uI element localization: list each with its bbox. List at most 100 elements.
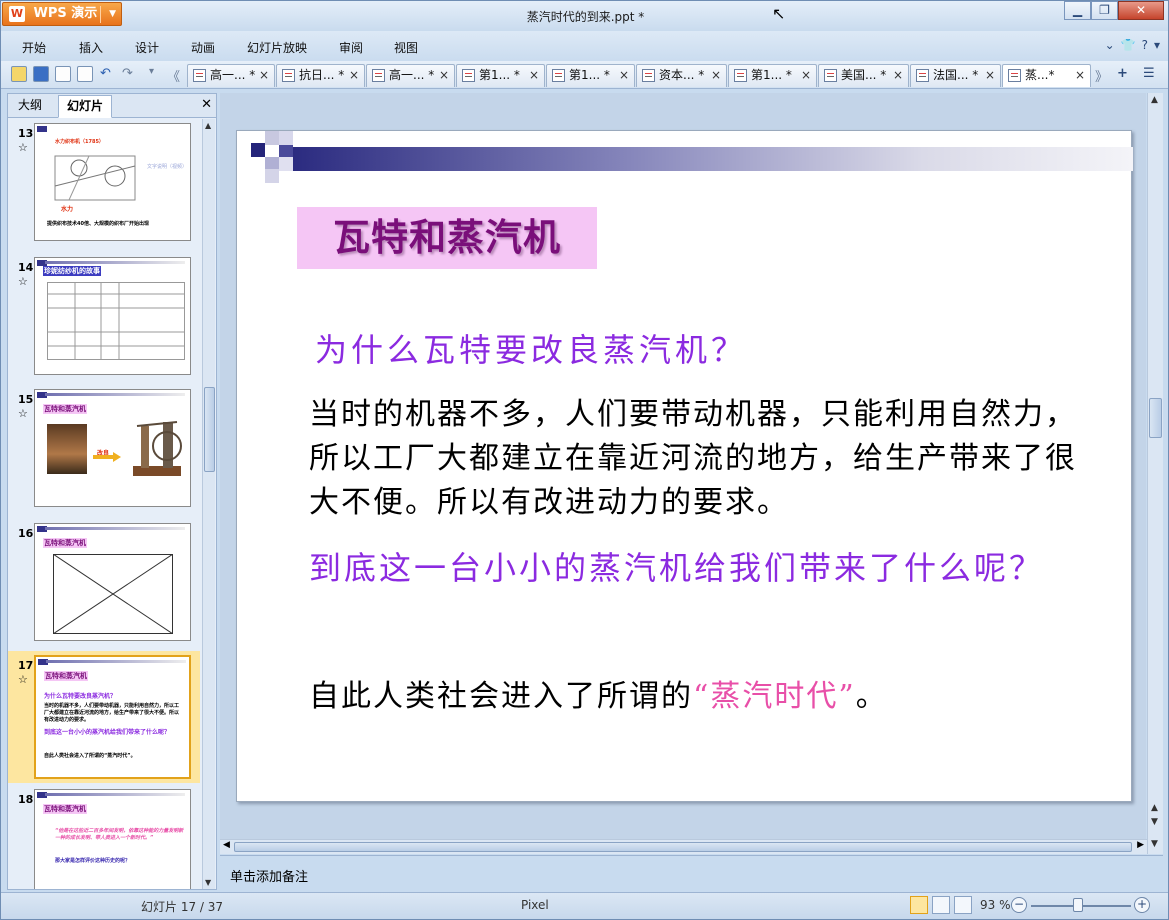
scroll-down-icon[interactable]: ▼ [205,878,211,887]
menu-animation[interactable]: 动画 [191,39,215,56]
zoom-out-button[interactable]: − [1011,897,1027,913]
toolbar-more-icon[interactable]: ▾ [149,66,154,77]
doc-tab[interactable]: 高一... * × [366,64,455,87]
zoom-slider-knob[interactable] [1073,898,1083,912]
doc-tab[interactable]: 第1... * × [728,64,817,87]
normal-view-button[interactable] [910,896,928,914]
tab-close-icon[interactable]: × [349,65,359,86]
tab-outline[interactable]: 大纲 [10,95,50,118]
slide-body-text[interactable]: 当时的机器不多，人们要带动机器，只能利用自然力，所以工厂大都建立在靠近河流的地方… [309,393,1079,525]
doc-tab[interactable]: 资本... * × [636,64,727,87]
tabs-scroll-left-icon[interactable]: 《 [167,66,180,85]
ppt-file-icon [372,69,385,82]
slideshow-button[interactable] [954,896,972,914]
title-bar: W WPS 演示 ▼ 蒸汽时代的到来.ppt * ▁ ❐ ✕ [1,1,1168,31]
tab-close-icon[interactable]: × [801,65,811,86]
thumbnails-scrollbar[interactable]: ▲ ▼ [202,119,215,889]
print-icon[interactable] [55,66,71,82]
status-bar: 幻灯片 17 / 37 Pixel 93 % − + [1,892,1168,919]
print-preview-icon[interactable] [77,66,93,82]
slide-question-1[interactable]: 为什么瓦特要改良蒸汽机？ [315,325,747,371]
thumbnail-slide-18[interactable]: 18 瓦特和蒸汽机 “他是在这些近二百多年间发明，依靠这种能的力量发明新一种的成… [8,789,200,889]
scroll-up-icon[interactable]: ▲ [1151,95,1158,105]
slide-title[interactable]: 瓦特和蒸汽机 [297,207,597,269]
tab-list-icon[interactable]: ☰ [1143,66,1155,81]
slide-question-2[interactable]: 到底这一台小小的蒸汽机给我们带来了什么呢？ [309,545,1079,591]
scroll-left-icon[interactable]: ◀ [223,840,230,850]
collapse-ribbon-icon[interactable]: ⌄ [1105,38,1115,52]
ppt-file-icon [552,69,565,82]
menu-review[interactable]: 审阅 [339,39,363,56]
doc-tab[interactable]: 第1... * × [546,64,635,87]
scroll-right-icon[interactable]: ▶ [1137,840,1144,850]
slide-sorter-button[interactable] [932,896,950,914]
tabs-scroll-right-icon[interactable]: 》 [1095,66,1108,85]
thumbnail-slide-14[interactable]: 14 ☆ 珍妮纺纱机的故事 [8,257,200,383]
right-arrow-icon [93,452,121,462]
menu-insert[interactable]: 插入 [79,39,103,56]
save-icon[interactable] [33,66,49,82]
notes-placeholder: 单击添加备注 [230,870,309,885]
notes-area[interactable]: 单击添加备注 [220,855,1163,891]
thumbnail-table-icon [47,282,185,360]
tab-close-icon[interactable]: × [985,65,995,86]
thumbnail-slide-17[interactable]: 17 ☆ 瓦特和蒸汽机 为什么瓦特要改良蒸汽机？ 当时的机器不多，人们要带动机器… [8,651,200,783]
header-decoration-bar [293,147,1133,171]
help-dropdown-icon[interactable]: ▾ [1154,38,1160,52]
menu-view[interactable]: 视图 [394,39,418,56]
thumbnail-list: 13 ☆ 水力织布机（1785） 水力 文字说明（视频） 提供织布技术40倍、大… [8,119,200,889]
tab-slides[interactable]: 幻灯片 [58,95,113,118]
slides-pane: 大纲 幻灯片 ✕ 13 ☆ 水力织布机（1785） 水力 文字说明（视频） 提供… [7,93,217,890]
menu-bar: 开始 插入 设计 动画 幻灯片放映 审阅 视图 ⌄ 👕 ? ▾ [1,31,1168,61]
tab-close-icon[interactable]: × [259,65,269,86]
new-tab-icon[interactable]: + [1117,66,1128,81]
thumbnail-slide-13[interactable]: 13 ☆ 水力织布机（1785） 水力 文字说明（视频） 提供织布技术40倍、大… [8,123,200,249]
close-pane-icon[interactable]: ✕ [201,97,212,112]
skin-icon[interactable]: 👕 [1121,38,1136,52]
doc-tab[interactable]: 高一... * × [187,64,275,87]
editor-vertical-scrollbar[interactable]: ▲ ▲ ▼ ▼ [1147,93,1163,854]
doc-tab[interactable]: 第1... * × [456,64,545,87]
thumbnail-slide-15[interactable]: 15 ☆ 瓦特和蒸汽机 改良 [8,389,200,515]
menu-design[interactable]: 设计 [135,39,159,56]
redo-icon[interactable]: ↷ [122,66,133,81]
prev-slide-icon[interactable]: ▲ [1151,803,1158,813]
tab-close-icon[interactable]: × [1075,65,1085,86]
restore-button[interactable]: ❐ [1091,1,1118,20]
doc-tab[interactable]: 美国... * × [818,64,909,87]
scroll-up-icon[interactable]: ▲ [205,121,211,130]
media-placeholder-icon [53,554,173,634]
ppt-file-icon [734,69,747,82]
next-slide-icon[interactable]: ▼ [1151,817,1158,827]
minimize-button[interactable]: ▁ [1064,1,1091,20]
open-icon[interactable] [11,66,27,82]
doc-tab[interactable]: 抗日... * × [276,64,365,87]
tab-close-icon[interactable]: × [529,65,539,86]
slide-conclusion[interactable]: 自此人类社会进入了所谓的“蒸汽时代”。 [309,671,888,715]
doc-tab[interactable]: 法国... * × [910,64,1001,87]
scroll-thumb[interactable] [234,842,1132,852]
doc-tab-active[interactable]: 蒸...* × [1002,64,1091,87]
thumbnail-slide-16[interactable]: 16 瓦特和蒸汽机 [8,523,200,649]
scroll-thumb[interactable] [204,387,215,472]
tab-close-icon[interactable]: × [893,65,903,86]
close-button[interactable]: ✕ [1118,1,1164,20]
animation-star-icon: ☆ [18,141,28,154]
menu-home[interactable]: 开始 [22,39,46,56]
undo-icon[interactable]: ↶ [100,66,111,81]
help-icon[interactable]: ? [1142,38,1148,52]
theme-name: Pixel [521,898,549,912]
scroll-down-icon[interactable]: ▼ [1151,839,1158,849]
zoom-in-button[interactable]: + [1134,897,1150,913]
menu-slideshow[interactable]: 幻灯片放映 [247,39,307,56]
animation-star-icon: ☆ [18,275,28,288]
editor-horizontal-scrollbar[interactable]: ◀ ▶ [220,839,1147,854]
app-window: W WPS 演示 ▼ 蒸汽时代的到来.ppt * ▁ ❐ ✕ ↖ 开始 插入 设… [0,0,1169,920]
animation-star-icon: ☆ [18,407,28,420]
tab-close-icon[interactable]: × [711,65,721,86]
tab-close-icon[interactable]: × [619,65,629,86]
tab-close-icon[interactable]: × [439,65,449,86]
current-slide[interactable]: 瓦特和蒸汽机 为什么瓦特要改良蒸汽机？ 当时的机器不多，人们要带动机器，只能利用… [236,130,1133,802]
ppt-file-icon [642,69,655,82]
scroll-thumb[interactable] [1149,398,1162,438]
